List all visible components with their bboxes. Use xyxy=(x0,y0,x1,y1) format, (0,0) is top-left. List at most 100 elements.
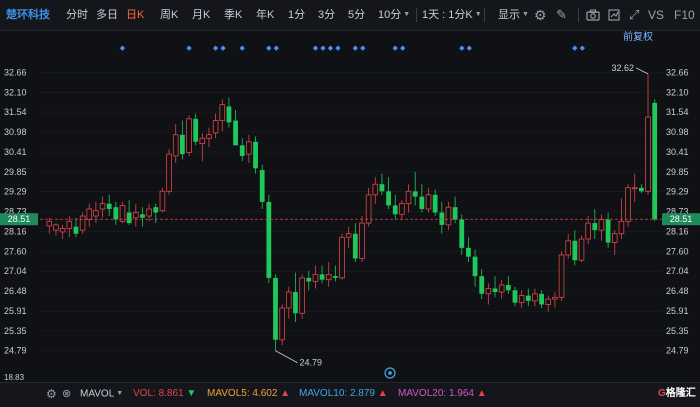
price-axis-label-right: 25.35 xyxy=(666,326,689,336)
tab-3min[interactable]: 3分 xyxy=(318,0,335,30)
price-axis-label-right: 26.48 xyxy=(666,286,689,296)
top-toolbar: 楚环科技 分时 多日 日K 周K 月K 季K 年K 1分 3分 5分 10分 ▼ … xyxy=(0,0,700,31)
adjust-mode-label[interactable]: 前复权 xyxy=(623,30,653,43)
candle-body-down xyxy=(505,284,511,291)
candle-body-down xyxy=(412,191,418,197)
candle-body-up xyxy=(578,238,585,261)
candle-body-down xyxy=(226,106,232,123)
mavol10-label: MAVOL10: xyxy=(299,388,348,399)
expand-icon[interactable]: ⤢ xyxy=(629,0,639,30)
tab-daily-k[interactable]: 日K xyxy=(126,0,144,30)
range-dropdown[interactable]: 1天 : 1分K ▼ xyxy=(422,0,482,30)
event-marker-icon: ◆ xyxy=(274,44,280,52)
low-annotation: 24.79 xyxy=(275,350,322,368)
indicator-bar: ⚙ ⊗ MAVOL ▼ VOL: 8.861 ▼ MAVOL5: 4.602 ▲ … xyxy=(0,382,700,407)
event-marker-icon: ◆ xyxy=(213,44,219,52)
candle-body-down xyxy=(266,201,272,278)
candle-body-up xyxy=(93,210,99,217)
candle-body-up xyxy=(445,206,452,226)
candle-body-up xyxy=(405,190,412,205)
tab-monthly-k[interactable]: 月K xyxy=(192,0,210,30)
indicator-settings-gear-icon[interactable]: ⚙ xyxy=(46,383,57,405)
candle-body-down xyxy=(273,277,278,340)
event-markers[interactable]: ◆ ◆ ◆ ◆ ◆ ◆ ◆ ◆ ◆ ◆ ◆ ◆ ◆ ◆ ◆ ◆ ◆ ◆ ◆ xyxy=(120,44,586,52)
candle-body-up xyxy=(133,212,139,219)
close-icon[interactable]: ⊗ xyxy=(62,383,71,405)
candle-body-up xyxy=(279,307,285,341)
candle-body-down xyxy=(452,207,458,220)
f10-button[interactable]: F10 xyxy=(674,0,695,30)
candle-body-down xyxy=(492,288,498,293)
price-axis-label-right: 30.41 xyxy=(666,147,689,157)
compare-icon-svg xyxy=(608,9,620,21)
candle-body-down xyxy=(319,274,325,280)
price-axis-label-left: 28.16 xyxy=(4,227,27,237)
arrow-down-icon: ▼ xyxy=(186,388,197,399)
price-axis-label-left: 27.04 xyxy=(4,266,27,276)
mavol5-readout: MAVOL5: 4.602 ▲ xyxy=(207,383,290,405)
candle-body-down xyxy=(439,212,445,225)
candle-body-up xyxy=(79,215,86,231)
candle-body-up xyxy=(518,295,525,304)
tab-5min[interactable]: 5分 xyxy=(348,0,365,30)
candle-body-up xyxy=(186,118,192,153)
vs-button[interactable]: VS xyxy=(648,0,664,30)
candle-body-down xyxy=(233,120,238,146)
eye-icon[interactable] xyxy=(384,367,396,379)
candle-body-down xyxy=(332,276,338,278)
bottom-axis-tick: 18.83 xyxy=(4,373,25,382)
candle-body-up xyxy=(166,153,172,192)
current-price-tag-left: 28.51 xyxy=(0,213,38,226)
vol-value: 8.861 xyxy=(158,388,184,399)
indicator-dropdown[interactable]: MAVOL ▼ xyxy=(80,383,123,406)
tab-yearly-k[interactable]: 年K xyxy=(256,0,274,30)
tab-multi-day[interactable]: 多日 xyxy=(96,0,118,30)
event-marker-icon: ◆ xyxy=(220,44,226,52)
candle-body-down xyxy=(126,212,132,224)
compare-icon[interactable] xyxy=(608,0,620,30)
candle-body-up xyxy=(485,288,492,295)
current-price-right-label: 28.51 xyxy=(670,214,693,224)
price-axis-label-right: 27.60 xyxy=(666,246,689,256)
arrow-up-icon: ▲ xyxy=(377,388,388,399)
price-axis-label-right: 31.54 xyxy=(666,107,689,117)
candle-body-up xyxy=(199,137,206,144)
price-axis-label-left: 30.98 xyxy=(4,127,27,137)
tab-quarterly-k[interactable]: 季K xyxy=(224,0,242,30)
candle-body-down xyxy=(179,134,185,155)
event-marker-icon: ◆ xyxy=(328,44,334,52)
price-axis-label-right: 32.10 xyxy=(666,87,689,97)
display-dropdown[interactable]: 显示 ▼ xyxy=(498,0,529,30)
candle-body-up xyxy=(532,293,538,302)
candle-body-down xyxy=(512,290,518,303)
range-label: 1天 : 1分K xyxy=(422,9,473,21)
tab-intraday[interactable]: 分时 xyxy=(66,0,88,30)
price-axis-label-right: 28.16 xyxy=(666,227,689,237)
event-marker-icon: ◆ xyxy=(467,44,473,52)
settings-gear-icon[interactable]: ⚙ xyxy=(534,0,547,30)
candle-body-down xyxy=(459,219,465,248)
candle-body-up xyxy=(558,254,565,298)
tab-1min[interactable]: 1分 xyxy=(288,0,305,30)
mavol20-readout: MAVOL20: 1.964 ▲ xyxy=(398,383,487,405)
candle-body-down xyxy=(525,295,531,301)
candle-body-up xyxy=(565,240,571,256)
camera-icon[interactable] xyxy=(586,0,600,30)
tab-10min-dropdown[interactable]: 10分 ▼ xyxy=(378,0,410,30)
kline-chart[interactable]: 32.66 32.66 32.10 32.10 31.54 31.54 30.98 30.98… xyxy=(0,30,700,382)
price-axis-label-right: 29.29 xyxy=(666,187,689,197)
current-price-left-label: 28.51 xyxy=(8,214,31,224)
tab-weekly-k[interactable]: 周K xyxy=(160,0,178,30)
arrow-up-icon: ▲ xyxy=(280,388,291,399)
candle-body-up xyxy=(286,291,292,309)
draw-tool-icon[interactable]: ✎ xyxy=(556,0,567,30)
candle-body-down xyxy=(432,194,438,213)
stock-name[interactable]: 楚环科技 xyxy=(6,0,50,30)
candle-body-down xyxy=(153,207,159,213)
candle-body-down xyxy=(379,184,385,192)
candle-body-down xyxy=(73,226,79,234)
price-axis-label-right: 30.98 xyxy=(666,127,689,137)
price-axis-label-left: 26.48 xyxy=(4,286,27,296)
candle-body-up xyxy=(146,208,152,217)
event-marker-icon: ◆ xyxy=(120,44,126,52)
